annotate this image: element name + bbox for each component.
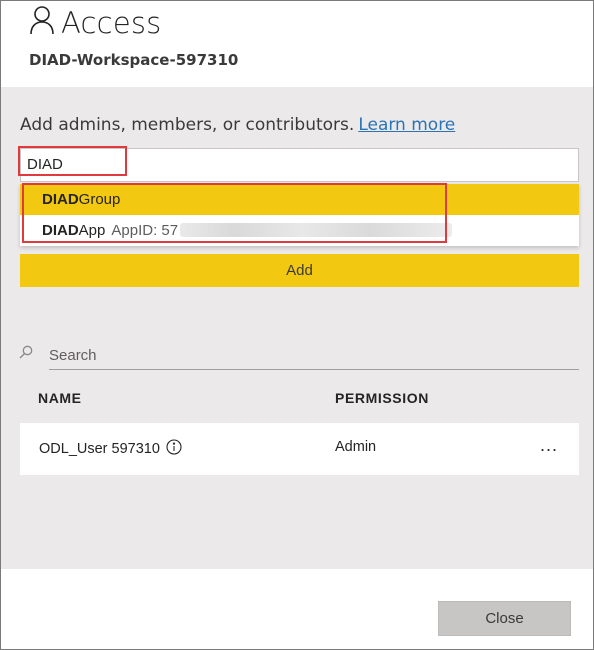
more-options-button[interactable]: ... [540, 435, 558, 456]
user-cell: ODL_User 597310 [39, 439, 182, 459]
add-button[interactable]: Add [20, 254, 579, 287]
suggestion-rest: Group [78, 191, 121, 208]
access-dialog: Access DIAD-Workspace-597310 Add admins,… [0, 0, 594, 650]
person-icon [29, 5, 55, 40]
table-row: ODL_User 597310 Admin ... [20, 423, 579, 475]
title-row: Access [29, 5, 161, 40]
suggestion-item-diadgroup[interactable]: DIADGroup [20, 184, 579, 215]
page-title: Access [61, 5, 162, 40]
column-header-name: NAME [38, 390, 82, 406]
suggestion-match: DIAD [42, 191, 79, 208]
column-header-permission: PERMISSION [335, 390, 429, 406]
dialog-header: Access DIAD-Workspace-597310 [1, 1, 593, 87]
add-people-text: Add admins, members, or contributors. [20, 115, 355, 135]
search-input[interactable]: Search [49, 341, 579, 370]
suggestion-match: DIAD [42, 222, 79, 239]
add-people-label: Add admins, members, or contributors. Lea… [20, 115, 455, 135]
suggestion-list: DIADGroup DIADApp AppID: 57 [20, 184, 579, 246]
learn-more-link[interactable]: Learn more [358, 115, 455, 135]
people-picker-input[interactable]: DIAD [20, 148, 579, 182]
workspace-name: DIAD-Workspace-597310 [29, 51, 239, 69]
redacted-app-id [180, 223, 453, 237]
people-picker-value: DIAD [27, 156, 63, 173]
suggestion-item-diadapp[interactable]: DIADApp AppID: 57 [20, 215, 579, 246]
permission-cell: Admin [335, 439, 377, 455]
user-name: ODL_User 597310 [39, 441, 160, 457]
close-button[interactable]: Close [438, 601, 571, 636]
suggestion-rest: App [78, 222, 106, 239]
info-icon[interactable] [160, 439, 182, 459]
suggestion-app-id: AppID: 57 [111, 222, 179, 239]
search-bar: Search [19, 341, 579, 371]
